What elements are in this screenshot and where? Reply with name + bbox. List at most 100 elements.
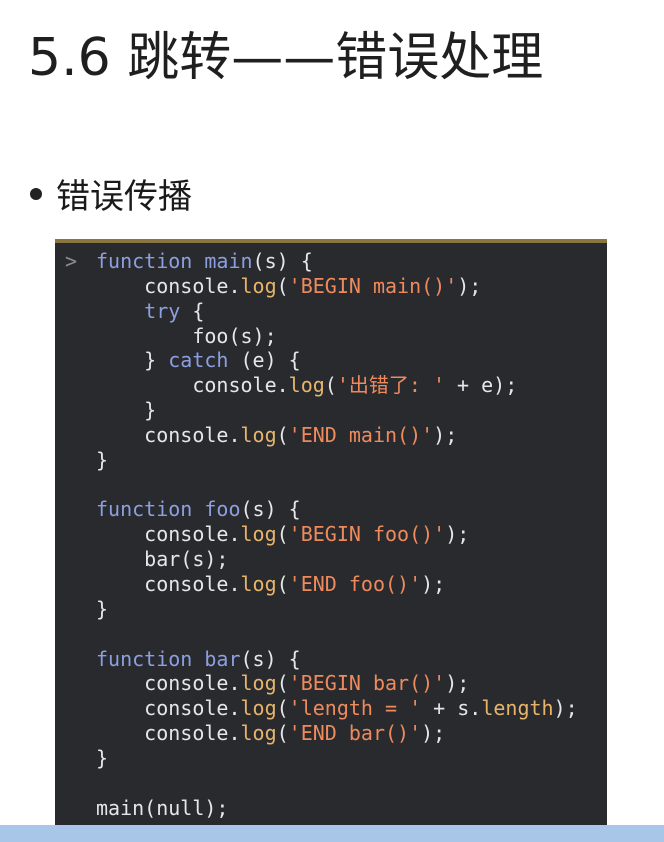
code-token: } — [96, 348, 169, 373]
code-line: foo(s); — [96, 324, 578, 349]
code-token: 'BEGIN main()' — [288, 273, 458, 298]
code-token: bar — [204, 646, 241, 671]
code-token: ( — [276, 422, 289, 447]
code-line: main(null); — [96, 796, 578, 821]
code-token: ( — [276, 696, 289, 721]
code-token: + s. — [421, 696, 482, 721]
code-line: console.log('BEGIN foo()'); — [96, 522, 578, 547]
code-line: console.log('出错了: ' + e); — [96, 373, 578, 398]
code-line: console.log('BEGIN bar()'); — [96, 671, 578, 696]
code-line: console.log('length = ' + s.length); — [96, 696, 578, 721]
code-line: function foo(s) { — [96, 497, 578, 522]
code-token: } — [96, 447, 109, 472]
code-token: } — [96, 596, 109, 621]
code-line: function main(s) { — [96, 249, 578, 274]
code-token: ( — [324, 373, 337, 398]
code-token: 'BEGIN foo()' — [288, 522, 446, 547]
code-token: length — [481, 696, 554, 721]
code-token: ( — [276, 522, 289, 547]
code-token: log — [240, 522, 277, 547]
code-token: null — [156, 795, 205, 820]
code-token: 'END foo()' — [288, 571, 422, 596]
code-console-panel[interactable]: > function main(s) { console.log('BEGIN … — [55, 239, 607, 825]
code-token: log — [288, 373, 325, 398]
code-line: } — [96, 448, 578, 473]
code-token: 'END bar()' — [288, 721, 422, 746]
code-token: console. — [96, 571, 241, 596]
code-token: 'BEGIN bar()' — [288, 671, 446, 696]
bullet-dot-icon — [30, 187, 42, 200]
code-block[interactable]: function main(s) { console.log('BEGIN ma… — [96, 249, 578, 820]
code-token: '出错了: ' — [336, 373, 445, 398]
code-line: bar(s); — [96, 547, 578, 572]
code-token: ); — [433, 422, 458, 447]
code-token: ); — [204, 795, 229, 820]
code-token: ); — [457, 273, 482, 298]
code-token: main — [204, 249, 253, 273]
code-token: foo — [204, 497, 241, 522]
code-token: log — [240, 571, 277, 596]
code-token: console. — [96, 273, 241, 298]
code-token: ); — [553, 696, 578, 721]
code-token: bar(s); — [96, 547, 229, 572]
code-line: console.log('END bar()'); — [96, 721, 578, 746]
code-token: function — [96, 646, 193, 671]
code-token: } — [96, 398, 157, 423]
code-token: console. — [96, 696, 241, 721]
code-token: (e) { — [228, 348, 301, 373]
code-token: function — [96, 249, 193, 273]
code-line: console.log('BEGIN main()'); — [96, 274, 578, 299]
code-token: log — [240, 273, 277, 298]
code-token: + e); — [445, 373, 518, 398]
code-token: ); — [421, 721, 446, 746]
code-token: log — [240, 422, 277, 447]
code-token: console. — [96, 721, 241, 746]
bullet-item: 错误传播 — [30, 176, 192, 219]
code-token: ); — [445, 522, 470, 547]
code-line: } — [96, 398, 578, 423]
bullet-text: 错误传播 — [56, 177, 192, 217]
code-token: ( — [276, 273, 289, 298]
code-token: (s) { — [240, 646, 301, 671]
code-token: console. — [96, 522, 241, 547]
code-token: console. — [96, 671, 241, 696]
code-token: ( — [276, 721, 289, 746]
code-token: (s) { — [240, 497, 301, 522]
code-token: main( — [96, 795, 157, 820]
code-token: console. — [96, 422, 241, 447]
code-token: foo(s); — [96, 323, 277, 348]
code-line: } catch (e) { — [96, 348, 578, 373]
code-token: 'END main()' — [288, 422, 434, 447]
code-token: ( — [276, 671, 289, 696]
code-line: try { — [96, 299, 578, 324]
code-token: log — [240, 671, 277, 696]
code-token: ); — [445, 671, 470, 696]
code-token: log — [240, 721, 277, 746]
code-token: (s) { — [252, 249, 313, 273]
code-line: } — [96, 746, 578, 771]
code-line: function bar(s) { — [96, 647, 578, 672]
code-token: console. — [96, 373, 289, 398]
code-token: try — [144, 298, 181, 323]
code-token: } — [96, 745, 109, 770]
code-token: catch — [168, 348, 229, 373]
code-token: 'length = ' — [288, 696, 422, 721]
code-token: log — [240, 696, 277, 721]
code-token: ( — [276, 571, 289, 596]
code-line: console.log('END main()'); — [96, 423, 578, 448]
code-token: function — [96, 497, 193, 522]
bottom-bar — [0, 825, 664, 842]
console-prompt-icon: > — [65, 249, 78, 273]
code-token: { — [180, 298, 205, 323]
code-token: ); — [421, 571, 446, 596]
slide-title: 5.6 跳转——错误处理 — [28, 28, 544, 88]
code-line: console.log('END foo()'); — [96, 572, 578, 597]
code-line: } — [96, 597, 578, 622]
